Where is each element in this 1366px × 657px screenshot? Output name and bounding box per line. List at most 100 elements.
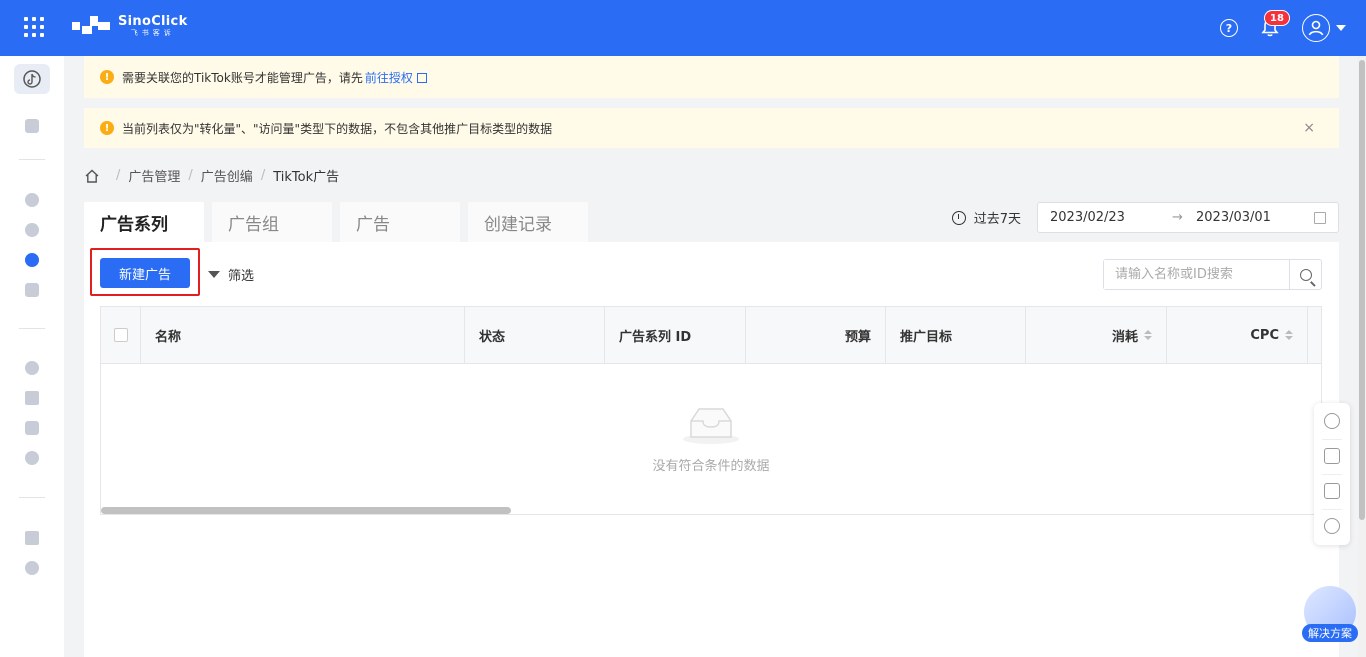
list-icon — [25, 421, 39, 435]
column-spend[interactable]: 消耗 — [1026, 307, 1167, 363]
column-status: 状态 — [465, 307, 605, 363]
sidebar-item-list[interactable] — [22, 418, 42, 438]
filter-button[interactable]: 筛选 — [208, 265, 254, 284]
logo-mark-icon — [72, 14, 114, 38]
tool-divider — [1322, 474, 1342, 475]
sidebar-item-facebook[interactable] — [22, 190, 42, 210]
clock-icon — [951, 210, 966, 225]
authorize-link[interactable]: 前往授权 — [365, 69, 413, 86]
solution-label: 解决方案 — [1302, 624, 1358, 642]
tool-divider — [1322, 439, 1342, 440]
search-box — [1103, 259, 1322, 290]
sidebar-item-google[interactable] — [22, 220, 42, 240]
message-icon — [25, 451, 39, 465]
tab-create-records[interactable]: 创建记录 — [468, 202, 588, 242]
notification-badge: 18 — [1264, 10, 1290, 26]
breadcrumb: / 广告管理 / 广告创编 / TikTok广告 — [84, 166, 339, 185]
sidebar-item-alerts[interactable] — [22, 528, 42, 548]
star-icon — [25, 391, 39, 405]
external-link-icon[interactable] — [416, 73, 427, 83]
column-campaign-id: 广告系列 ID — [605, 307, 746, 363]
sidebar-divider — [19, 497, 45, 498]
calendar-icon[interactable] — [1314, 212, 1326, 224]
authorize-notice-text: 需要关联您的TikTok账号才能管理广告，请先 — [122, 70, 363, 85]
table-header: 名称 状态 广告系列 ID 预算 推广目标 消耗 CPC — [101, 307, 1321, 364]
horizontal-scrollbar[interactable] — [101, 507, 511, 514]
tab-bar: 广告系列 广告组 广告 创建记录 — [84, 202, 596, 242]
tab-campaigns[interactable]: 广告系列 — [84, 202, 204, 242]
data-scope-banner: ! 当前列表仅为"转化量"、"访问量"类型下的数据，不包含其他推广目标类型的数据… — [84, 108, 1339, 148]
sidebar-item-tiktok[interactable] — [22, 250, 42, 270]
qr-code-icon[interactable] — [1324, 483, 1340, 499]
tab-ads[interactable]: 广告 — [340, 202, 460, 242]
account-menu-chevron-down-icon[interactable] — [1336, 25, 1346, 31]
sidebar-item-messages[interactable] — [22, 448, 42, 468]
tool-divider — [1322, 509, 1342, 510]
column-objective: 推广目标 — [886, 307, 1026, 363]
sort-icon[interactable] — [1285, 330, 1293, 340]
column-cpc-label: CPC — [1250, 327, 1279, 343]
breadcrumb-separator: / — [260, 168, 266, 183]
user-avatar[interactable] — [1302, 14, 1330, 42]
empty-state: 没有符合条件的数据 — [101, 365, 1321, 515]
campaign-panel: 新建广告 筛选 名称 状态 广告系列 ID 预算 推广目标 消耗 CPC — [84, 242, 1339, 657]
apps-grid-icon[interactable] — [24, 17, 44, 37]
breadcrumb-item-ad-creation[interactable]: 广告创编 — [201, 166, 253, 185]
support-icon — [25, 561, 39, 575]
empty-text: 没有符合条件的数据 — [652, 459, 770, 474]
column-cpc[interactable]: CPC — [1167, 307, 1308, 363]
brand-name: SinoClick — [118, 14, 188, 29]
search-icon — [1299, 268, 1312, 281]
sidebar-item-tiktok-home[interactable] — [14, 64, 50, 94]
date-preset[interactable]: 过去7天 — [974, 208, 1021, 227]
breadcrumb-item-ad-management[interactable]: 广告管理 — [128, 166, 180, 185]
vertical-scroll-thumb[interactable] — [1359, 60, 1365, 520]
help-circle-icon[interactable] — [1324, 413, 1340, 429]
help-icon[interactable]: ? — [1220, 19, 1238, 37]
apps-icon — [25, 119, 39, 133]
date-range-picker[interactable]: 2023/02/23 → 2023/03/01 — [1037, 202, 1339, 233]
sidebar-item-puzzle[interactable] — [22, 280, 42, 300]
empty-inbox-icon — [683, 408, 739, 444]
sidebar-item-apps[interactable] — [22, 116, 42, 136]
sidebar-item-star[interactable] — [22, 388, 42, 408]
sidebar-item-chart[interactable] — [22, 358, 42, 378]
brand-subtitle: 飞书客诉 — [130, 29, 175, 37]
puzzle-icon — [25, 283, 39, 297]
user-icon — [1308, 20, 1324, 36]
edit-note-icon[interactable] — [1324, 448, 1340, 464]
close-icon[interactable]: × — [1303, 120, 1315, 136]
solution-button[interactable]: 解决方案 — [1302, 586, 1358, 646]
customer-service-icon[interactable] — [1324, 518, 1340, 534]
column-spend-label: 消耗 — [1111, 329, 1138, 345]
search-button[interactable] — [1289, 260, 1321, 289]
tiktok-icon — [23, 70, 41, 88]
create-ad-button[interactable]: 新建广告 — [100, 258, 190, 288]
date-filter: 过去7天 2023/02/23 → 2023/03/01 — [951, 202, 1339, 233]
vertical-scrollbar[interactable] — [1358, 56, 1366, 657]
brand-logo[interactable]: SinoClick 飞书客诉 — [72, 14, 188, 38]
tab-ad-groups[interactable]: 广告组 — [212, 202, 332, 242]
breadcrumb-separator: / — [188, 168, 193, 183]
select-all-checkbox[interactable] — [113, 328, 128, 342]
sidebar-divider — [19, 159, 45, 160]
search-input[interactable] — [1104, 260, 1289, 289]
sidebar-item-support[interactable] — [22, 558, 42, 578]
google-icon — [25, 223, 39, 237]
breadcrumb-item-tiktok-ads: TikTok广告 — [273, 170, 340, 185]
column-budget: 预算 — [746, 307, 886, 363]
filter-icon — [208, 271, 220, 278]
notification-bell[interactable]: 18 — [1260, 10, 1290, 38]
facebook-icon — [25, 193, 39, 207]
warning-icon — [25, 531, 39, 545]
select-all-cell — [101, 307, 141, 363]
campaign-table: 名称 状态 广告系列 ID 预算 推广目标 消耗 CPC 没有符合条件的数据 — [100, 306, 1322, 515]
home-icon[interactable] — [84, 168, 100, 184]
date-start[interactable]: 2023/02/23 — [1050, 210, 1125, 225]
top-bar: SinoClick 飞书客诉 ? 18 — [0, 0, 1366, 56]
sort-icon[interactable] — [1144, 330, 1152, 340]
date-end[interactable]: 2023/03/01 — [1196, 210, 1271, 225]
filter-label: 筛选 — [228, 269, 255, 284]
warning-icon: ! — [100, 70, 114, 84]
sidebar — [0, 56, 64, 657]
